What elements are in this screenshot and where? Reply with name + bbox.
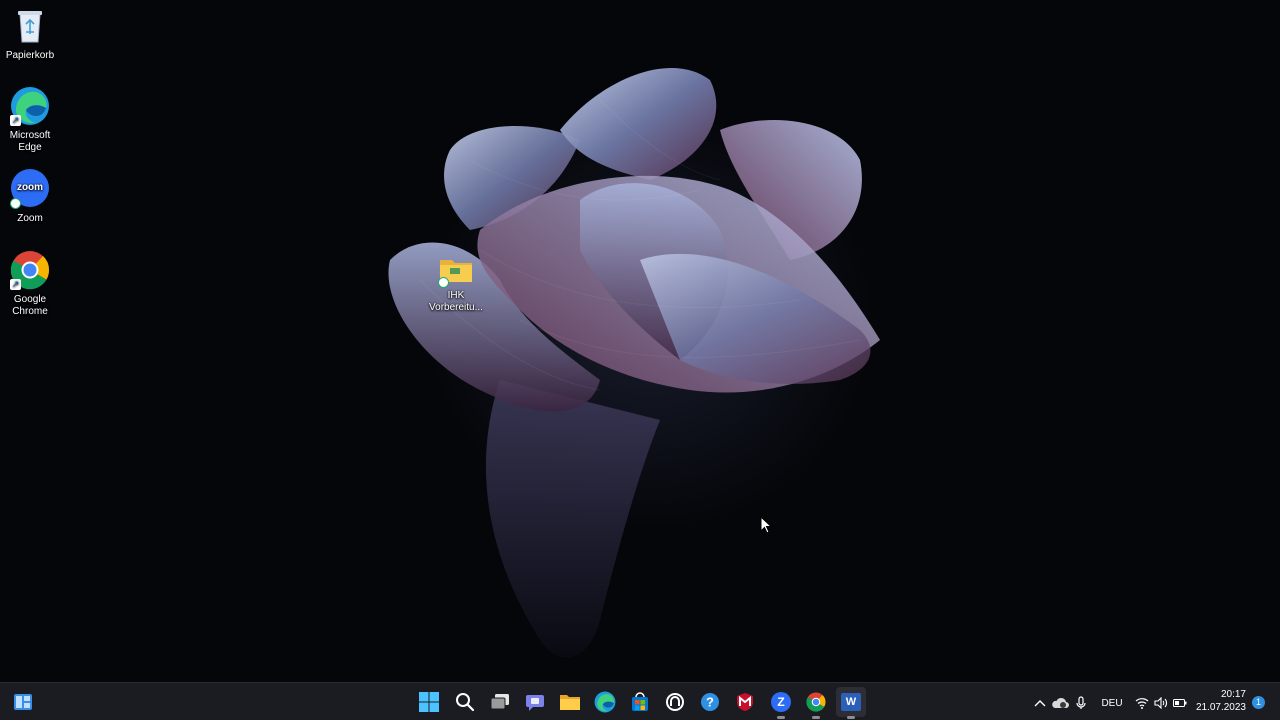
shortcut-arrow-icon: ↗	[10, 115, 21, 126]
store-icon[interactable]	[625, 687, 655, 717]
desktop-icon-label: IHK Vorbereitu...	[429, 290, 483, 313]
notification-badge[interactable]: 1	[1252, 696, 1265, 709]
clock-time: 20:17	[1220, 689, 1246, 700]
microphone-icon[interactable]	[1075, 695, 1087, 711]
desktop-icon-zoom[interactable]: zoom Zoom	[0, 168, 62, 225]
mcafee-icon[interactable]	[730, 687, 760, 717]
wifi-icon[interactable]	[1135, 695, 1149, 711]
taskbar: ? Z W DEU 20:17 21.07.2023 1	[0, 682, 1280, 720]
edge-icon: ↗	[10, 86, 50, 126]
chrome-icon[interactable]	[801, 687, 831, 719]
shortcut-arrow-icon: ↗	[10, 279, 21, 290]
clock-date: 21.07.2023	[1195, 702, 1246, 713]
task-view-icon[interactable]	[485, 687, 515, 717]
widgets-icon[interactable]	[8, 687, 38, 717]
volume-icon[interactable]	[1154, 695, 1168, 711]
file-explorer-icon[interactable]	[555, 687, 585, 717]
desktop-icon-google-chrome[interactable]: ↗ Google Chrome	[0, 250, 62, 318]
sync-check-icon	[10, 198, 21, 209]
mouse-cursor-icon	[760, 515, 773, 539]
edge-icon[interactable]	[590, 687, 620, 717]
desktop-icon-ihk-folder[interactable]: IHK Vorbereitu...	[424, 254, 488, 314]
word-icon[interactable]: W	[836, 687, 866, 719]
sync-check-icon	[438, 277, 449, 288]
help-icon[interactable]: ?	[695, 687, 725, 717]
folder-icon	[438, 254, 474, 288]
wallpaper-bloom-art	[388, 68, 880, 658]
onedrive-cloud-icon[interactable]	[1051, 695, 1069, 711]
desktop-wallpaper	[0, 0, 1280, 682]
zoom-icon[interactable]: Z	[766, 687, 796, 719]
teams-chat-icon[interactable]	[520, 687, 550, 717]
search-icon[interactable]	[450, 687, 480, 717]
clock[interactable]: 20:17 21.07.2023	[1196, 688, 1246, 714]
zoom-app-icon: zoom	[10, 169, 50, 209]
word-taskbar-letter: W	[841, 693, 861, 711]
app-icon[interactable]	[660, 687, 690, 717]
desktop-icon-label: Microsoft Edge	[9, 130, 51, 153]
desktop-icon-label: Google Chrome	[12, 294, 48, 317]
zoom-taskbar-letter: Z	[771, 692, 791, 712]
start-icon[interactable]	[414, 687, 444, 717]
chrome-icon: ↗	[10, 250, 50, 290]
svg-text:?: ?	[706, 695, 714, 710]
desktop-icon-recycle-bin[interactable]: Papierkorb	[0, 6, 62, 62]
show-hidden-icons-chevron-icon[interactable]	[1033, 695, 1047, 711]
battery-icon[interactable]	[1173, 695, 1187, 711]
desktop-icon-label: Zoom	[17, 213, 43, 224]
recycle-bin-icon	[10, 6, 50, 46]
input-language[interactable]: DEU	[1100, 695, 1124, 711]
desktop-icon-label: Papierkorb	[5, 50, 55, 61]
desktop-icon-microsoft-edge[interactable]: ↗ Microsoft Edge	[0, 86, 62, 154]
